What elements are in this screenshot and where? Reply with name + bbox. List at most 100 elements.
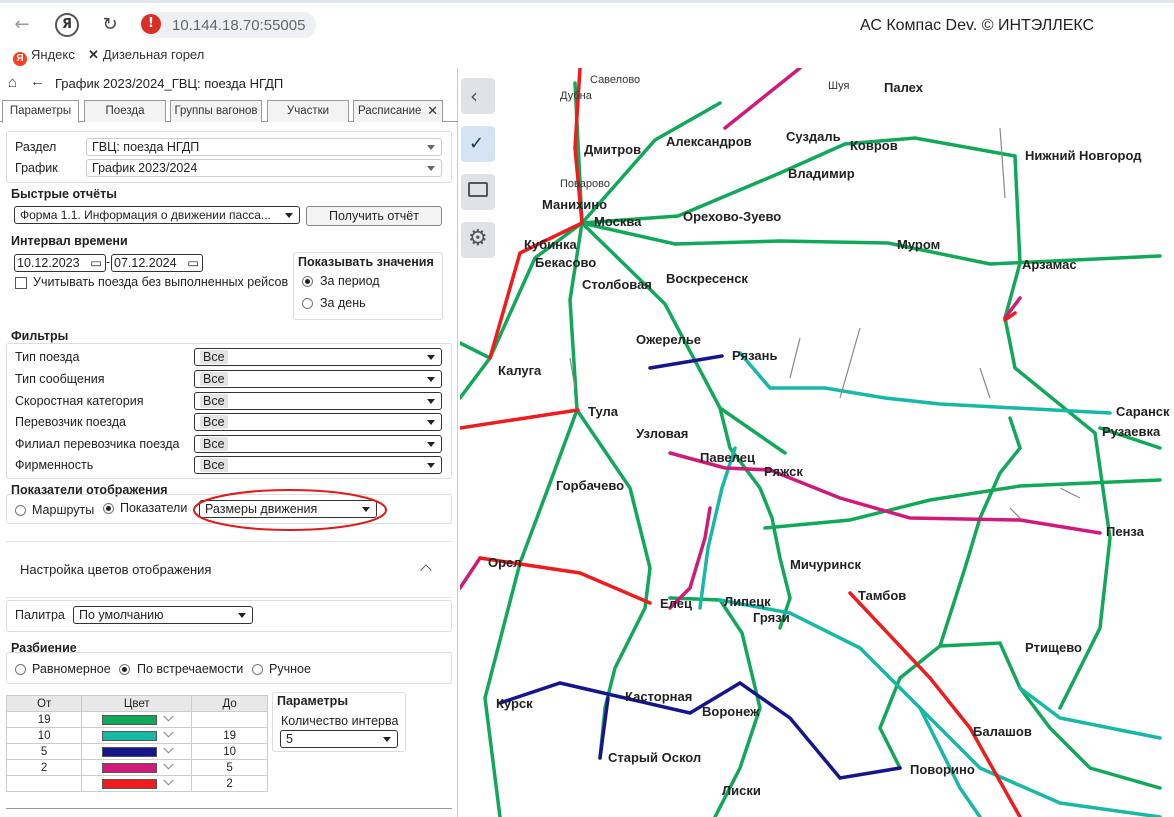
railway-map[interactable]: Москва Дмитров Александров Суздаль Ковро… xyxy=(460,68,1174,817)
bookmark-yandex[interactable]: Я Яндекс xyxy=(13,47,75,66)
back-arrow-icon[interactable]: ← xyxy=(10,13,34,37)
chevron-down-icon[interactable] xyxy=(163,759,174,770)
cell-to[interactable]: 2 xyxy=(191,775,268,792)
settings-button[interactable]: ⚙ xyxy=(461,222,495,258)
collapse-panel-button[interactable]: ‹ xyxy=(461,78,495,114)
yandex-icon[interactable]: Я xyxy=(55,13,79,37)
section-select[interactable]: ГВЦ: поезда НГДП xyxy=(86,138,442,156)
color-swatch[interactable] xyxy=(101,762,157,773)
city-label[interactable]: Поварово xyxy=(560,178,610,190)
city-label[interactable]: Нижний Новгород xyxy=(1025,148,1142,163)
cell-color[interactable] xyxy=(81,775,193,792)
city-label[interactable]: Воронеж xyxy=(702,704,759,719)
calendar-icon[interactable]: ▭ xyxy=(187,255,199,271)
tab-sections[interactable]: Участки xyxy=(267,100,349,122)
city-label[interactable]: Горбачево xyxy=(556,478,624,493)
city-label[interactable]: Суздаль xyxy=(786,129,841,144)
tab-schedule[interactable]: Расписание ✕ xyxy=(353,100,443,122)
schedule-select[interactable]: График 2023/2024 xyxy=(86,159,442,177)
chevron-down-icon[interactable] xyxy=(163,727,174,738)
cell-to[interactable] xyxy=(191,711,268,728)
filter-carrier-select[interactable]: Все xyxy=(194,413,442,431)
city-label[interactable]: Ртищево xyxy=(1025,640,1082,655)
color-swatch[interactable] xyxy=(101,714,157,725)
split-frequency-radio[interactable] xyxy=(119,664,130,675)
city-label[interactable]: Калуга xyxy=(498,363,541,378)
display-button[interactable] xyxy=(461,174,495,210)
city-label[interactable]: Мичуринск xyxy=(790,557,861,572)
tab-params[interactable]: Параметры xyxy=(2,100,79,123)
city-label[interactable]: Рузаевка xyxy=(1102,424,1160,439)
city-label[interactable]: Манихино xyxy=(542,197,607,212)
check-layer-button[interactable]: ✓ xyxy=(461,126,495,162)
interval-count-select[interactable]: 5 xyxy=(280,730,398,748)
city-label[interactable]: Тула xyxy=(588,404,618,419)
indicators-radio[interactable] xyxy=(103,503,114,514)
cell-from[interactable]: 10 xyxy=(5,727,83,744)
calendar-icon[interactable]: ▭ xyxy=(90,255,102,271)
city-label[interactable]: Ряжск xyxy=(764,464,803,479)
date-from-input[interactable]: 10.12.2023 ▭ xyxy=(14,254,106,272)
colors-accordion[interactable]: Настройка цветов отображения xyxy=(6,541,452,598)
palette-select[interactable]: По умолчанию xyxy=(73,606,253,624)
date-to-input[interactable]: 07.12.2024 ▭ xyxy=(111,254,203,272)
filter-message-type-select[interactable]: Все xyxy=(194,370,442,388)
city-label[interactable]: Тамбов xyxy=(858,588,906,603)
city-label[interactable]: Касторная xyxy=(625,689,692,704)
city-label[interactable]: Кубинка xyxy=(524,237,577,252)
city-label[interactable]: Павелец xyxy=(700,450,755,465)
cell-color[interactable] xyxy=(81,759,193,776)
city-label[interactable]: Савелово xyxy=(590,74,640,86)
city-label[interactable]: Липецк xyxy=(724,594,771,609)
city-label[interactable]: Владимир xyxy=(788,166,855,181)
city-label[interactable]: Дубна xyxy=(560,90,592,102)
filter-train-type-select[interactable]: Все xyxy=(194,348,442,366)
city-label[interactable]: Орел xyxy=(488,555,522,570)
city-label[interactable]: Грязи xyxy=(753,610,790,625)
close-icon[interactable]: ✕ xyxy=(427,101,438,121)
color-swatch[interactable] xyxy=(101,778,157,789)
city-label[interactable]: Воскресенск xyxy=(666,271,748,286)
cell-color[interactable] xyxy=(81,727,193,744)
filter-speed-select[interactable]: Все xyxy=(194,392,442,410)
city-label[interactable]: Балашов xyxy=(973,724,1032,739)
chevron-down-icon[interactable] xyxy=(163,711,174,722)
tab-trains[interactable]: Поезда xyxy=(84,100,166,122)
home-icon[interactable]: ⌂ xyxy=(8,74,17,91)
city-label[interactable]: Александров xyxy=(666,134,752,149)
get-report-button[interactable]: Получить отчёт xyxy=(306,206,442,226)
city-label[interactable]: Рязань xyxy=(732,348,777,363)
filter-brand-select[interactable]: Все xyxy=(194,456,442,474)
city-label[interactable]: Узловая xyxy=(636,426,688,441)
cell-from[interactable]: 2 xyxy=(5,759,83,776)
cell-to[interactable]: 10 xyxy=(191,743,268,760)
show-day-radio[interactable] xyxy=(302,298,313,309)
cell-color[interactable] xyxy=(81,711,193,728)
city-label[interactable]: Поворино xyxy=(910,762,975,777)
cell-from[interactable]: 19 xyxy=(5,711,83,728)
back-icon[interactable]: ← xyxy=(30,73,45,90)
chevron-down-icon[interactable] xyxy=(163,743,174,754)
chevron-up-icon[interactable] xyxy=(420,564,432,576)
city-label[interactable]: Орехово-Зуево xyxy=(683,209,781,224)
city-label[interactable]: Шуя xyxy=(828,80,849,92)
city-label[interactable]: Москва xyxy=(594,214,641,229)
bookmark-diesel[interactable]: ✕ Дизельная горел xyxy=(88,47,204,63)
quick-report-select[interactable]: Форма 1.1. Информация о движении пасса..… xyxy=(14,206,300,224)
city-label[interactable]: Ковров xyxy=(850,138,898,153)
cell-color[interactable] xyxy=(81,743,193,760)
city-label[interactable]: Курск xyxy=(496,696,533,711)
color-swatch[interactable] xyxy=(101,730,157,741)
chevron-down-icon[interactable] xyxy=(163,775,174,786)
city-label[interactable]: Лиски xyxy=(722,783,761,798)
reload-icon[interactable]: ↻ xyxy=(98,13,122,37)
url-text[interactable]: 10.144.18.70:55005 xyxy=(172,17,305,34)
cell-to[interactable]: 5 xyxy=(191,759,268,776)
color-swatch[interactable] xyxy=(101,746,157,757)
city-label[interactable]: Дмитров xyxy=(584,142,641,157)
warning-icon[interactable]: ! xyxy=(141,14,161,34)
city-label[interactable]: Старый Оскол xyxy=(608,750,701,765)
cell-from[interactable]: 5 xyxy=(5,743,83,760)
city-label[interactable]: Ожерелье xyxy=(636,332,701,347)
city-label[interactable]: Столбовая xyxy=(582,277,652,292)
